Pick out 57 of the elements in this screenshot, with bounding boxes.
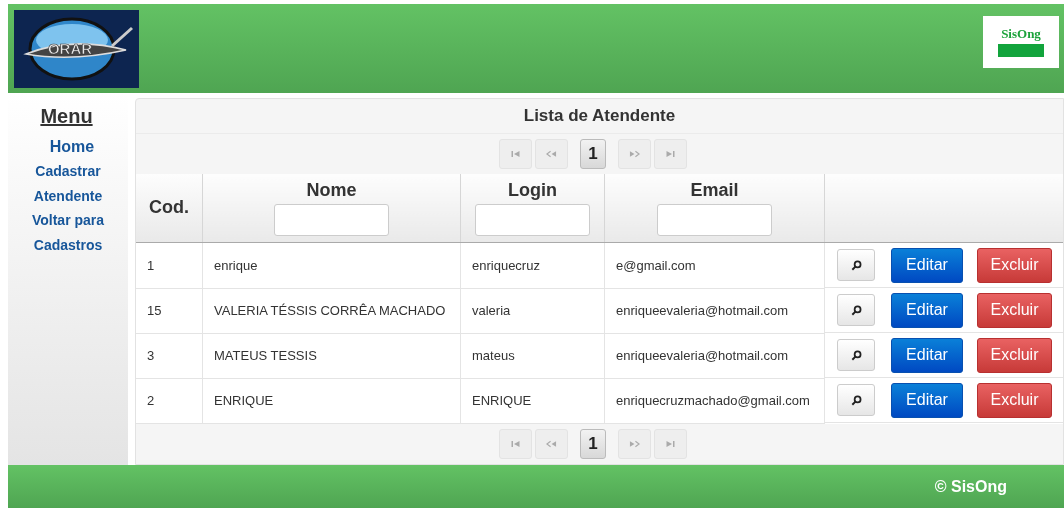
view-button[interactable] — [837, 339, 875, 371]
table-cell: ENRIQUE — [460, 378, 605, 423]
search-icon — [850, 304, 862, 316]
delete-button[interactable]: Excluir — [977, 337, 1052, 373]
table-cell: ENRIQUE — [202, 378, 461, 423]
previous-page-icon — [546, 150, 557, 158]
panel-title: Lista de Atendente — [136, 99, 1063, 134]
copyright-text: © SisOng — [934, 477, 1007, 496]
delete-button[interactable]: Excluir — [977, 382, 1052, 418]
previous-page-icon — [546, 439, 557, 448]
table-cell: 15 — [136, 288, 203, 333]
last-page-icon — [665, 439, 676, 448]
column-header: Nome — [202, 174, 461, 243]
delete-button[interactable]: Excluir — [977, 247, 1052, 283]
edit-button[interactable]: Editar — [891, 292, 963, 328]
edit-button[interactable]: Editar — [891, 337, 963, 373]
table-cell: enriquecruzmachado@gmail.com — [604, 378, 825, 423]
last-page-icon — [665, 150, 676, 158]
column-header: Login — [460, 174, 605, 243]
table-cell: e@gmail.com — [604, 242, 825, 288]
search-icon — [850, 259, 862, 271]
column-header: Email — [604, 174, 825, 243]
table-cell: VALERIA TÉSSIS CORRÊA MACHADO — [202, 288, 461, 333]
search-icon — [850, 349, 862, 361]
menu-link[interactable]: Cadastrar Atendente — [28, 159, 108, 208]
first-page-icon — [510, 439, 521, 448]
next-page-icon — [629, 439, 640, 448]
page-button[interactable]: 1 — [580, 139, 606, 169]
table-cell: valeria — [460, 288, 605, 333]
menu-link[interactable]: Voltar para Cadastros — [28, 208, 108, 257]
table-cell: enriqueevaleria@hotmail.com — [604, 333, 825, 378]
menu-link[interactable]: Home — [49, 138, 95, 156]
search-icon — [850, 394, 862, 406]
logo-drawing: ORAR — [14, 9, 139, 88]
table-cell: mateus — [460, 333, 605, 378]
next-page-icon — [629, 150, 640, 158]
table-cell: enriquecruz — [460, 242, 605, 288]
page-button[interactable]: 1 — [580, 428, 606, 459]
filter-field[interactable] — [657, 204, 772, 236]
view-button[interactable] — [837, 294, 875, 326]
table-cell: enriqueevaleria@hotmail.com — [604, 288, 825, 333]
filter-field[interactable] — [274, 204, 389, 236]
column-header: Cod. — [136, 174, 203, 243]
table-cell: 3 — [136, 333, 203, 378]
table-cell: enrique — [202, 242, 461, 288]
delete-button[interactable]: Excluir — [977, 292, 1052, 328]
brand-logo: SisOng — [983, 15, 1059, 68]
view-button[interactable] — [837, 384, 875, 416]
edit-button[interactable]: Editar — [891, 382, 963, 418]
table-cell: 1 — [136, 242, 203, 288]
table-cell: MATEUS TESSIS — [202, 333, 461, 378]
filter-field[interactable] — [475, 204, 590, 236]
view-button[interactable] — [837, 249, 875, 281]
first-page-icon — [510, 150, 521, 158]
menu-title: Menu — [40, 105, 93, 128]
table-cell: 2 — [136, 378, 203, 423]
edit-button[interactable]: Editar — [891, 247, 963, 283]
